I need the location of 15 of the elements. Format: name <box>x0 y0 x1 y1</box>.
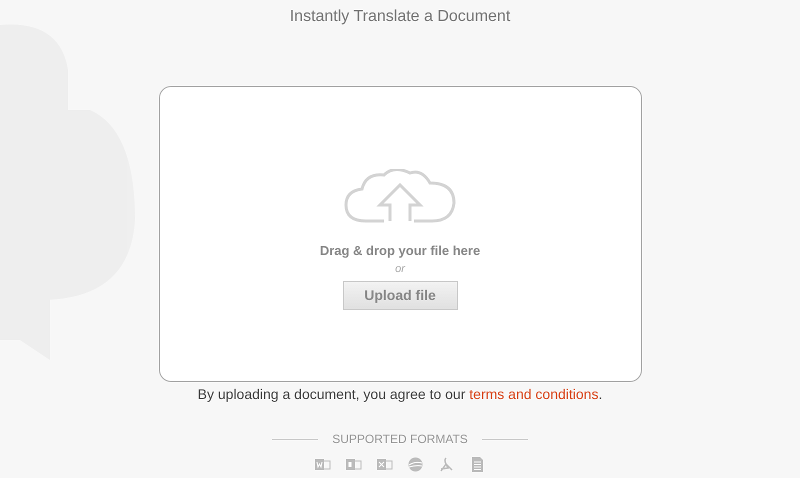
drop-prompt: Drag & drop your file here <box>320 242 480 260</box>
or-label: or <box>395 262 405 276</box>
word-document-icon <box>314 456 331 473</box>
globe-icon <box>407 456 424 473</box>
agreement-text: By uploading a document, you agree to our terms and conditions. <box>198 385 602 404</box>
formats-heading: SUPPORTED FORMATS <box>332 431 468 448</box>
page-title: Instantly Translate a Document <box>290 7 510 27</box>
upload-button[interactable]: Upload file <box>342 280 458 310</box>
text-document-icon <box>469 456 486 473</box>
slides-document-icon <box>345 456 362 473</box>
drop-zone[interactable]: Drag & drop your file here or Upload file <box>158 86 642 382</box>
spreadsheet-document-icon <box>376 456 393 473</box>
cloud-upload-icon <box>344 169 456 223</box>
pdf-document-icon <box>438 456 455 473</box>
terms-link[interactable]: terms and conditions <box>469 386 598 402</box>
